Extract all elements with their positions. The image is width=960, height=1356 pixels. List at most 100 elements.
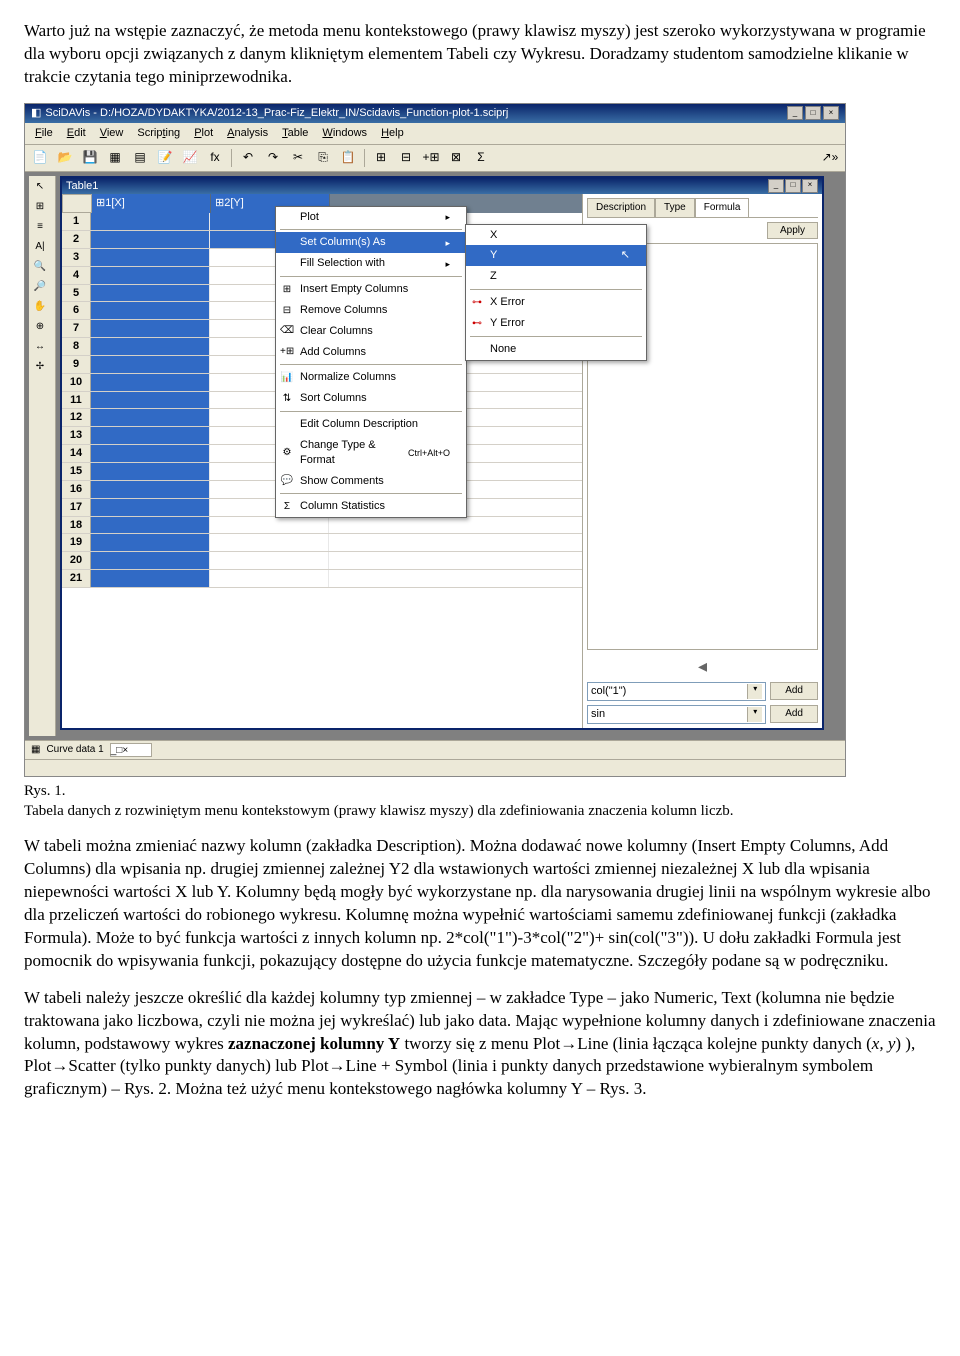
table-row[interactable]: 21	[62, 570, 582, 588]
ctx-change-type[interactable]: ⚙Change Type & FormatCtrl+Alt+O	[276, 435, 466, 471]
ctx-fill-selection[interactable]: Fill Selection with▸	[276, 253, 466, 274]
sub-none[interactable]: None	[466, 339, 646, 360]
menu-windows[interactable]: Windows	[316, 125, 373, 142]
ctx-insert-empty-columns[interactable]: ⊞Insert Empty Columns	[276, 279, 466, 300]
ctx-add-columns[interactable]: +⊞Add Columns	[276, 342, 466, 363]
menu-file[interactable]: File	[29, 125, 59, 142]
sub-y[interactable]: Y↖	[466, 245, 646, 266]
toolbar: 📄 📂 💾 ▦ ▤ 📝 📈 fx ↶ ↷ ✂ ⎘ 📋 ⊞ ⊟ +⊞ ⊠ Σ ↗»	[25, 145, 845, 172]
tab-description[interactable]: Description	[587, 198, 655, 217]
context-menu: Plot▸ Set Column(s) As▸ Fill Selection w…	[275, 206, 467, 519]
stats-icon: Σ	[280, 500, 294, 514]
normalize-icon: 📊	[280, 371, 294, 385]
insert-col-icon: ⊞	[280, 283, 294, 297]
cut-icon[interactable]: ✂	[287, 147, 309, 169]
sort-icon: ⇅	[280, 392, 294, 406]
close-button[interactable]: ×	[823, 106, 839, 120]
ctx-show-comments[interactable]: 💬Show Comments	[276, 471, 466, 492]
matrix-icon[interactable]: ▤	[129, 147, 151, 169]
zoom-in-icon[interactable]: 🔍	[31, 258, 49, 276]
type-icon: ⚙	[280, 446, 294, 460]
add-col-icon: +⊞	[280, 345, 294, 359]
column-header-1[interactable]: ⊞1[X]	[92, 194, 211, 213]
app-icon: ◧	[31, 106, 41, 121]
mdi-area: ↖ ⊞ ≡ A| 🔍 🔎 ✋ ⊕ ↔ ✢ Table1 _ □ ×	[25, 172, 845, 740]
sub-maximize-button[interactable]: □	[785, 179, 801, 193]
menu-view[interactable]: View	[94, 125, 130, 142]
add-column-button[interactable]: Add	[770, 682, 818, 700]
col-icon5[interactable]: Σ	[470, 147, 492, 169]
undo-icon[interactable]: ↶	[237, 147, 259, 169]
paste-icon[interactable]: 📋	[337, 147, 359, 169]
note-icon[interactable]: 📝	[154, 147, 176, 169]
fx-icon[interactable]: fx	[204, 147, 226, 169]
collapse-arrow-icon[interactable]: ◂	[587, 654, 818, 678]
sub-x[interactable]: X	[466, 225, 646, 246]
col-icon1[interactable]: ⊞	[370, 147, 392, 169]
arrow-tool-icon[interactable]: ↖	[31, 178, 49, 196]
bottom-status	[25, 759, 845, 776]
function-combo[interactable]: sin▾	[587, 705, 766, 724]
col-icon4[interactable]: ⊠	[445, 147, 467, 169]
add-function-button[interactable]: Add	[770, 705, 818, 723]
status-bar: ▦ Curve data 1 _□×	[25, 740, 845, 759]
status-text: Curve data 1	[46, 743, 103, 757]
text-tool-icon[interactable]: A|	[31, 238, 49, 256]
ctx-edit-description[interactable]: Edit Column Description	[276, 414, 466, 435]
col-icon2[interactable]: ⊟	[395, 147, 417, 169]
plot-icon[interactable]: 📈	[179, 147, 201, 169]
expand-icon[interactable]: ↗»	[819, 147, 841, 169]
ctx-plot[interactable]: Plot▸	[276, 207, 466, 228]
table-row[interactable]: 19	[62, 534, 582, 552]
screenshot-scidavis: ◧ SciDAVis - D:/HOZA/DYDAKTYKA/2012-13_P…	[24, 103, 846, 777]
cross-icon[interactable]: ✢	[31, 358, 49, 376]
col-icon3[interactable]: +⊞	[420, 147, 442, 169]
apply-button[interactable]: Apply	[767, 222, 818, 240]
redo-icon[interactable]: ↷	[262, 147, 284, 169]
xerror-icon: ⊶	[470, 296, 484, 310]
tab-formula[interactable]: Formula	[695, 198, 750, 217]
window-title: SciDAVis - D:/HOZA/DYDAKTYKA/2012-13_Pra…	[45, 106, 508, 121]
target-icon[interactable]: ⊕	[31, 318, 49, 336]
ctx-column-statistics[interactable]: ΣColumn Statistics	[276, 496, 466, 517]
table-row[interactable]: 20	[62, 552, 582, 570]
menu-table[interactable]: Table	[276, 125, 314, 142]
pan-icon[interactable]: ✋	[31, 298, 49, 316]
line-tool-icon[interactable]: ≡	[31, 218, 49, 236]
sub-close-button[interactable]: ×	[802, 179, 818, 193]
table-icon[interactable]: ▦	[104, 147, 126, 169]
paragraph-2: W tabeli można zmieniać nazwy kolumn (za…	[24, 835, 936, 973]
ctx-remove-columns[interactable]: ⊟Remove Columns	[276, 300, 466, 321]
paragraph-3: W tabeli należy jeszcze określić dla każ…	[24, 987, 936, 1102]
menu-analysis[interactable]: Analysis	[221, 125, 274, 142]
sub-y-error[interactable]: ⊷Y Error	[466, 313, 646, 334]
menu-help[interactable]: Help	[375, 125, 410, 142]
ctx-set-columns-as[interactable]: Set Column(s) As▸	[276, 232, 466, 253]
tab-type[interactable]: Type	[655, 198, 695, 217]
new-icon[interactable]: 📄	[29, 147, 51, 169]
table-row[interactable]: 18	[62, 517, 582, 535]
menu-plot[interactable]: Plot	[188, 125, 219, 142]
menu-edit[interactable]: Edit	[61, 125, 92, 142]
sub-x-error[interactable]: ⊶X Error	[466, 292, 646, 313]
zoom-out-icon[interactable]: 🔎	[31, 278, 49, 296]
ctx-clear-columns[interactable]: ⌫Clear Columns	[276, 321, 466, 342]
sub-minimize-button[interactable]: _	[768, 179, 784, 193]
status-mini-window[interactable]: _□×	[110, 743, 152, 757]
maximize-button[interactable]: □	[805, 106, 821, 120]
intro-paragraph: Warto już na wstępie zaznaczyć, że metod…	[24, 20, 936, 89]
comment-icon: 💬	[280, 474, 294, 488]
column-combo[interactable]: col("1")▾	[587, 682, 766, 701]
chart-tool-icon[interactable]: ⊞	[31, 198, 49, 216]
minimize-button[interactable]: _	[787, 106, 803, 120]
sub-z[interactable]: Z	[466, 266, 646, 287]
ctx-sort-columns[interactable]: ⇅Sort Columns	[276, 388, 466, 409]
ctx-normalize-columns[interactable]: 📊Normalize Columns	[276, 367, 466, 388]
open-icon[interactable]: 📂	[54, 147, 76, 169]
move-icon[interactable]: ↔	[31, 338, 49, 356]
menu-scripting[interactable]: Scripting	[131, 125, 186, 142]
copy-icon[interactable]: ⎘	[312, 147, 334, 169]
menu-bar: File Edit View Scripting Plot Analysis T…	[25, 123, 845, 145]
save-icon[interactable]: 💾	[79, 147, 101, 169]
clear-col-icon: ⌫	[280, 324, 294, 338]
